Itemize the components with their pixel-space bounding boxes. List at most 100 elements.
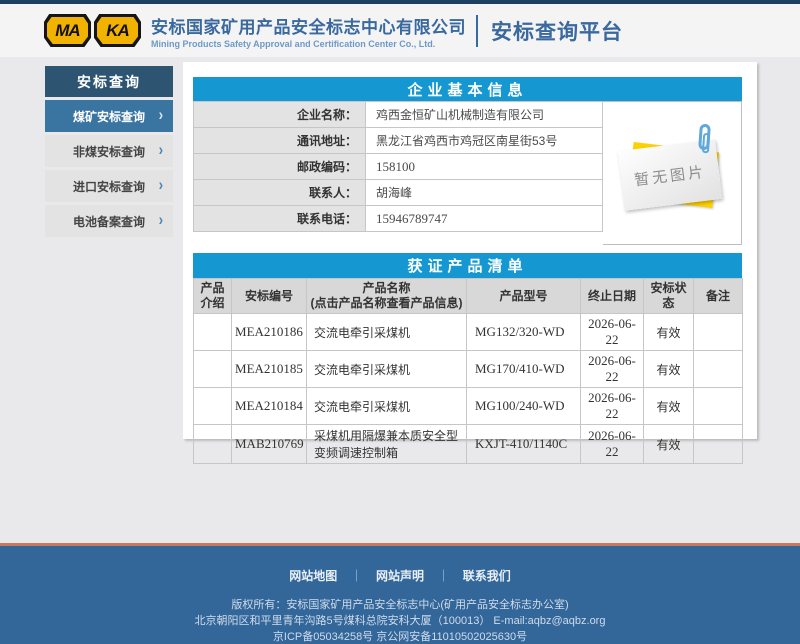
ka-badge-label: KA [97, 17, 138, 44]
ma-badge-label: MA [47, 17, 88, 44]
product-name-link[interactable]: 交流电牵引采煤机 [307, 388, 467, 425]
address-label: 通讯地址： [194, 128, 366, 154]
phone-label: 联系电话： [194, 206, 366, 232]
postcode-value: 158100 [366, 154, 603, 180]
company-image-box: 暂无图片 [603, 101, 742, 245]
sidebar-title: 安标查询 [45, 66, 173, 97]
col-cert-no: 安标编号 [232, 279, 307, 314]
footer-link-contact[interactable]: 联系我们 [463, 569, 511, 583]
model-cell: MG170/410-WD [467, 351, 581, 388]
model-cell: MG100/240-WD [467, 388, 581, 425]
product-intro-cell [194, 425, 232, 464]
table-row: MAB210769 采煤机用隔爆兼本质安全型变频调速控制箱 KXJT-410/1… [194, 425, 743, 464]
status-cell: 有效 [644, 351, 694, 388]
product-table: 产品介绍 安标编号 产品名称 (点击产品名称查看产品信息) 产品型号 终止日期 … [193, 278, 743, 464]
no-image-placeholder: 暂无图片 [620, 139, 724, 207]
org-name-en: Mining Products Safety Approval and Cert… [151, 39, 466, 49]
table-row: 联系电话： 15946789747 [194, 206, 603, 232]
product-name-link[interactable]: 交流电牵引采煤机 [307, 314, 467, 351]
status-cell: 有效 [644, 425, 694, 464]
copyright-line2: 北京朝阳区和平里青年沟路5号煤科总院安科大厦（100013） E-mail:aq… [0, 613, 800, 629]
remark-cell [694, 388, 743, 425]
remark-cell [694, 314, 743, 351]
sidebar-item-battery-query[interactable]: 电池备案查询 › [45, 205, 173, 237]
chevron-right-icon: › [159, 175, 164, 195]
header-divider [476, 15, 478, 47]
company-info-table: 企业名称： 鸡西金恒矿山机械制造有限公司 通讯地址： 黑龙江省鸡西市鸡冠区南星街… [193, 101, 603, 232]
product-intro-cell [194, 388, 232, 425]
model-cell: KXJT-410/1140C [467, 425, 581, 464]
content-panel: 企业基本信息 企业名称： 鸡西金恒矿山机械制造有限公司 通讯地址： 黑龙江省鸡西… [183, 62, 757, 439]
footer-link-separator: ｜ [437, 569, 449, 583]
copyright-line1: 版权所有：安标国家矿用产品安全标志中心(矿用产品安全标志办公室) [0, 597, 800, 613]
site-header: MA KA 安标国家矿用产品安全标志中心有限公司 Mining Products… [0, 4, 800, 57]
table-row: MEA210184 交流电牵引采煤机 MG100/240-WD 2026-06-… [194, 388, 743, 425]
sidebar-item-import-query[interactable]: 进口安标查询 › [45, 170, 173, 202]
end-date-cell: 2026-06-22 [581, 314, 644, 351]
footer-link-sitemap[interactable]: 网站地图 [289, 569, 337, 583]
table-row: MEA210185 交流电牵引采煤机 MG170/410-WD 2026-06-… [194, 351, 743, 388]
company-name-label: 企业名称： [194, 102, 366, 128]
col-remark: 备注 [694, 279, 743, 314]
footer-links: 网站地图 ｜ 网站声明 ｜ 联系我们 [0, 546, 800, 584]
chevron-right-icon: › [159, 105, 164, 125]
sidebar-item-label: 煤矿安标查询 [73, 108, 145, 125]
col-end-date: 终止日期 [581, 279, 644, 314]
end-date-cell: 2026-06-22 [581, 425, 644, 464]
footer-link-statement[interactable]: 网站声明 [376, 569, 424, 583]
product-name-link[interactable]: 交流电牵引采煤机 [307, 351, 467, 388]
sidebar-item-label: 电池备案查询 [73, 213, 145, 230]
table-row: 联系人： 胡海峰 [194, 180, 603, 206]
product-list-section-title: 获证产品清单 [193, 253, 742, 278]
col-product-name-line1: 产品名称 [308, 281, 465, 296]
status-cell: 有效 [644, 314, 694, 351]
cert-no-cell: MEA210184 [232, 388, 307, 425]
ka-badge-icon: KA [94, 14, 141, 47]
company-name-value: 鸡西金恒矿山机械制造有限公司 [366, 102, 603, 128]
table-row: 通讯地址： 黑龙江省鸡西市鸡冠区南星街53号 [194, 128, 603, 154]
col-model: 产品型号 [467, 279, 581, 314]
product-name-link[interactable]: 采煤机用隔爆兼本质安全型变频调速控制箱 [307, 425, 467, 464]
paperclip-icon [698, 124, 711, 151]
end-date-cell: 2026-06-22 [581, 351, 644, 388]
sidebar-item-coal-query[interactable]: 煤矿安标查询 › [45, 100, 173, 132]
company-info-section-title: 企业基本信息 [193, 77, 742, 101]
no-image-text: 暂无图片 [633, 160, 707, 190]
org-name-cn: 安标国家矿用产品安全标志中心有限公司 [151, 13, 466, 38]
table-row: 企业名称： 鸡西金恒矿山机械制造有限公司 [194, 102, 603, 128]
sidebar: 安标查询 煤矿安标查询 › 非煤安标查询 › 进口安标查询 › 电池备案查询 › [45, 66, 173, 240]
address-value: 黑龙江省鸡西市鸡冠区南星街53号 [366, 128, 603, 154]
cert-no-cell: MAB210769 [232, 425, 307, 464]
cert-no-cell: MEA210186 [232, 314, 307, 351]
sidebar-item-label: 进口安标查询 [73, 178, 145, 195]
end-date-cell: 2026-06-22 [581, 388, 644, 425]
remark-cell [694, 351, 743, 388]
table-row: 邮政编码： 158100 [194, 154, 603, 180]
chevron-right-icon: › [159, 210, 164, 230]
site-footer: 网站地图 ｜ 网站声明 ｜ 联系我们 版权所有：安标国家矿用产品安全标志中心(矿… [0, 546, 800, 644]
contact-label: 联系人： [194, 180, 366, 206]
footer-copyright: 版权所有：安标国家矿用产品安全标志中心(矿用产品安全标志办公室) 北京朝阳区和平… [0, 597, 800, 644]
platform-title: 安标查询平台 [491, 16, 623, 46]
phone-value: 15946789747 [366, 206, 603, 232]
status-cell: 有效 [644, 388, 694, 425]
cert-no-cell: MEA210185 [232, 351, 307, 388]
table-row: MEA210186 交流电牵引采煤机 MG132/320-WD 2026-06-… [194, 314, 743, 351]
col-product-name-line2: (点击产品名称查看产品信息) [308, 296, 465, 311]
model-cell: MG132/320-WD [467, 314, 581, 351]
main-area: 安标查询 煤矿安标查询 › 非煤安标查询 › 进口安标查询 › 电池备案查询 ›… [0, 57, 800, 543]
table-header-row: 产品介绍 安标编号 产品名称 (点击产品名称查看产品信息) 产品型号 终止日期 … [194, 279, 743, 314]
product-intro-cell [194, 314, 232, 351]
maka-logo: MA KA [44, 14, 141, 47]
sidebar-item-noncoal-query[interactable]: 非煤安标查询 › [45, 135, 173, 167]
col-status: 安标状态 [644, 279, 694, 314]
postcode-label: 邮政编码： [194, 154, 366, 180]
product-intro-cell [194, 351, 232, 388]
copyright-line3: 京ICP备05034258号 京公网安备11010502025630号 [0, 629, 800, 644]
sidebar-item-label: 非煤安标查询 [73, 143, 145, 160]
remark-cell [694, 425, 743, 464]
footer-link-separator: ｜ [351, 569, 363, 583]
ma-badge-icon: MA [44, 14, 91, 47]
org-name-block: 安标国家矿用产品安全标志中心有限公司 Mining Products Safet… [151, 13, 466, 49]
col-product-name: 产品名称 (点击产品名称查看产品信息) [307, 279, 467, 314]
